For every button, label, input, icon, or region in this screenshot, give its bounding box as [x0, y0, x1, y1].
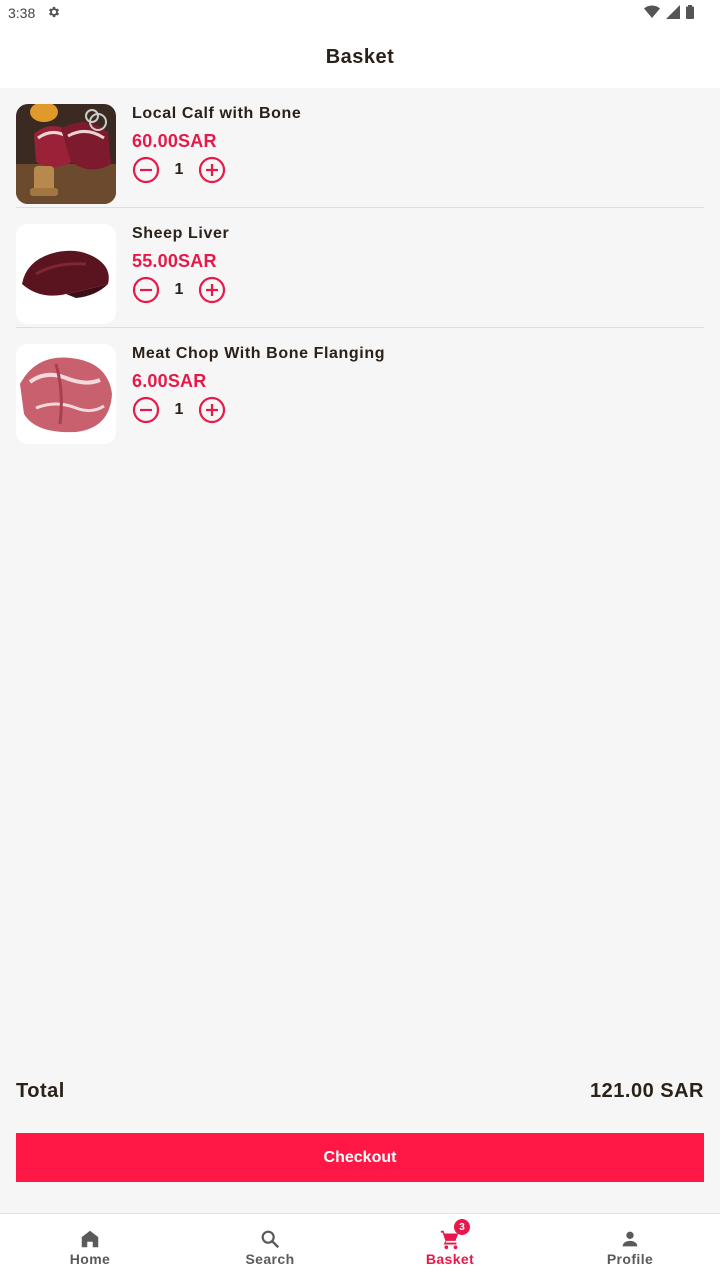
- calf-meat-image: [16, 104, 116, 204]
- liver-image: [16, 224, 116, 324]
- nav-item-search[interactable]: Search: [180, 1214, 360, 1280]
- item-price: 60.00SAR: [132, 131, 217, 151]
- quantity-value: 1: [174, 281, 184, 298]
- item-name: Meat Chop With Bone Flanging: [132, 345, 386, 362]
- basket-item[interactable]: Meat Chop With Bone Flanging 6.00SAR 1: [16, 328, 704, 448]
- quantity-value: 1: [174, 161, 184, 178]
- nav-item-basket[interactable]: 3 Basket: [360, 1214, 540, 1280]
- status-bar: 3:38: [0, 0, 720, 26]
- nav-label: Profile: [606, 1251, 654, 1267]
- nav-label: Search: [245, 1251, 295, 1267]
- basket-list: Local Calf with Bone 60.00SAR 1 Sheep Li…: [16, 88, 704, 448]
- nav-item-home[interactable]: Home: [0, 1214, 180, 1280]
- item-name: Sheep Liver: [132, 225, 230, 242]
- nav-label: Home: [69, 1251, 111, 1267]
- wifi-icon: [644, 5, 660, 22]
- decrease-quantity-button[interactable]: [132, 396, 160, 424]
- bottom-nav: Home Search 3 Basket Profile: [0, 1213, 720, 1280]
- battery-icon: [686, 4, 694, 22]
- decrease-quantity-button[interactable]: [132, 156, 160, 184]
- settings-icon: [47, 5, 61, 22]
- search-icon: [259, 1228, 281, 1250]
- total-label: Total: [16, 1080, 65, 1102]
- person-icon: [619, 1228, 641, 1250]
- quantity-value: 1: [174, 401, 184, 418]
- app-bar: Basket: [0, 26, 720, 88]
- nav-item-profile[interactable]: Profile: [540, 1214, 720, 1280]
- item-price: 6.00SAR: [132, 371, 207, 391]
- nav-label: Basket: [425, 1251, 475, 1267]
- status-time: 3:38: [8, 5, 36, 21]
- basket-item[interactable]: Local Calf with Bone 60.00SAR 1: [16, 88, 704, 208]
- quantity-stepper: 1: [132, 276, 229, 304]
- increase-quantity-button[interactable]: [198, 276, 226, 304]
- quantity-stepper: 1: [132, 396, 385, 424]
- cart-icon: 3: [439, 1219, 470, 1250]
- cart-count-badge: 3: [454, 1219, 470, 1235]
- quantity-stepper: 1: [132, 156, 301, 184]
- meat-chop-image: [16, 344, 116, 444]
- increase-quantity-button[interactable]: [198, 396, 226, 424]
- item-price: 55.00SAR: [132, 251, 217, 271]
- signal-icon: [666, 4, 680, 22]
- checkout-button[interactable]: Checkout: [16, 1133, 704, 1182]
- increase-quantity-button[interactable]: [198, 156, 226, 184]
- total-value: 121.00 SAR: [590, 1080, 704, 1102]
- item-name: Local Calf with Bone: [132, 105, 302, 122]
- decrease-quantity-button[interactable]: [132, 276, 160, 304]
- home-icon: [79, 1228, 101, 1250]
- page-title: Basket: [325, 45, 395, 68]
- basket-item[interactable]: Sheep Liver 55.00SAR 1: [16, 208, 704, 328]
- total-row: Total 121.00 SAR: [16, 1080, 704, 1103]
